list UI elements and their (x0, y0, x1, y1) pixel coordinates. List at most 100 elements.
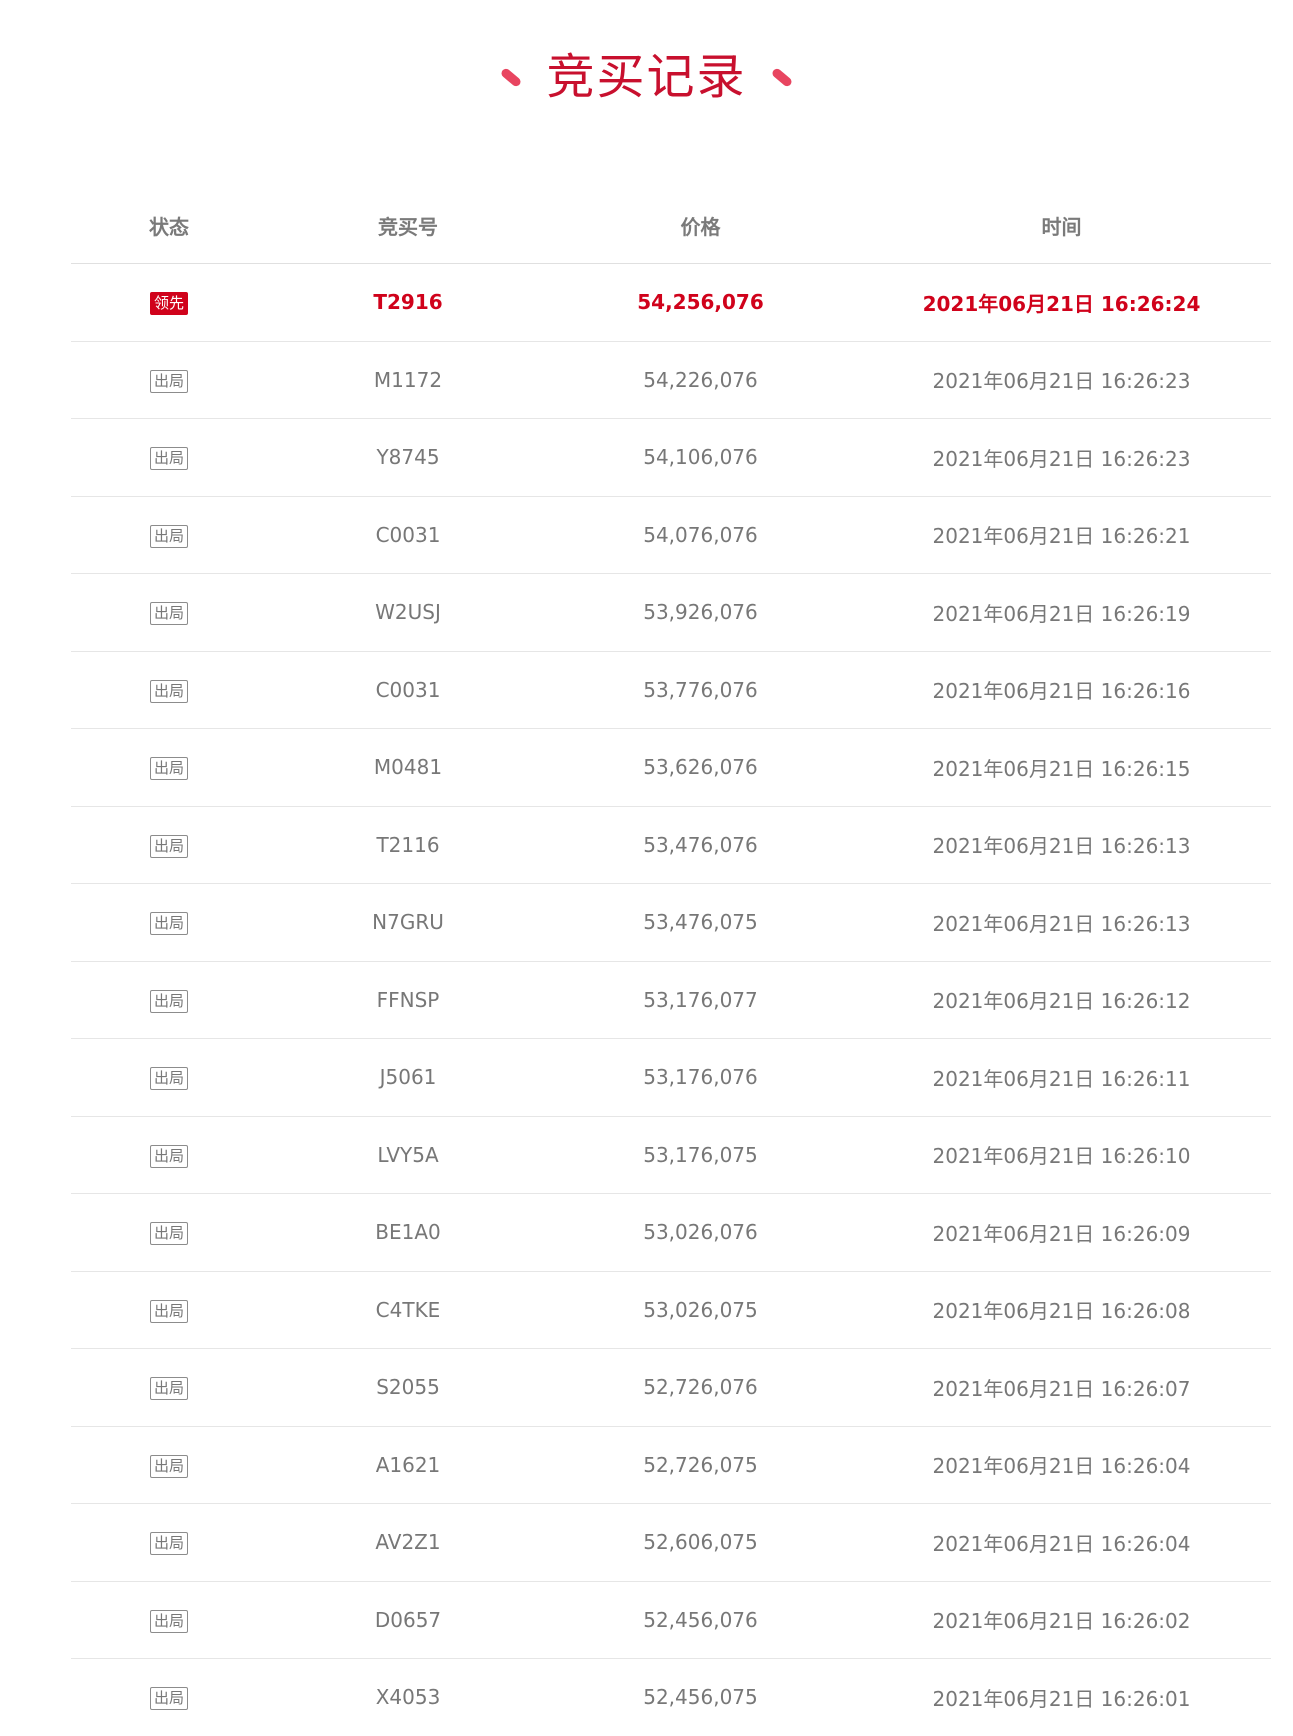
time-cell: 2021年06月21日 16:26:24 (922, 291, 1201, 316)
status-badge: 出局 (149, 1144, 188, 1168)
table-row: 出局 C0031 53,776,076 2021年06月21日 16:26:16 (71, 652, 1271, 729)
table-row: 出局 A1621 52,726,075 2021年06月21日 16:26:04 (71, 1427, 1271, 1504)
status-badge: 出局 (149, 1377, 188, 1401)
bid-number-cell: X4053 (375, 1685, 441, 1710)
bid-number-cell: FFNSP (376, 987, 440, 1012)
status-badge: 出局 (149, 447, 188, 471)
table-row: 出局 C4TKE 53,026,075 2021年06月21日 16:26:08 (71, 1272, 1271, 1349)
status-cell: 出局 (71, 1297, 267, 1323)
left-decoration-icon (500, 66, 523, 88)
table-header: 状态 竞买号 价格 时间 (71, 187, 1271, 264)
bid-number-cell: LVY5A (377, 1142, 439, 1167)
time-cell: 2021年06月21日 16:26:04 (932, 1454, 1191, 1479)
status-cell: 出局 (71, 677, 267, 703)
time-cell: 2021年06月21日 16:26:04 (932, 1531, 1191, 1556)
price-cell: 53,026,075 (643, 1297, 758, 1322)
status-badge: 出局 (149, 1454, 188, 1478)
status-badge: 出局 (149, 1532, 188, 1556)
price-cell: 52,456,075 (643, 1685, 758, 1710)
status-cell: 出局 (71, 599, 267, 626)
time-cell: 2021年06月21日 16:26:13 (932, 911, 1191, 936)
table-row: 出局 W2USJ 53,926,076 2021年06月21日 16:26:19 (71, 574, 1271, 652)
table-row: 出局 S2055 52,726,076 2021年06月21日 16:26:07 (71, 1349, 1271, 1427)
status-cell: 领先 (71, 289, 267, 316)
price-cell: 53,626,076 (643, 755, 758, 780)
time-cell: 2021年06月21日 16:26:08 (932, 1299, 1191, 1324)
status-cell: 出局 (71, 1452, 267, 1478)
bid-record-table: 状态 竞买号 价格 时间 领先 T2916 54,256,076 2021年06月21… (71, 187, 1271, 1736)
bid-number-cell: M0481 (373, 755, 443, 780)
price-cell: 54,226,076 (643, 367, 758, 392)
status-cell: 出局 (71, 444, 267, 471)
table-row: 领先 T2916 54,256,076 2021年06月21日 16:26:24 (71, 264, 1271, 342)
price-cell: 53,476,075 (643, 910, 758, 935)
bid-number-cell: N7GRU (372, 910, 444, 935)
time-cell: 2021年06月21日 16:26:09 (932, 1221, 1191, 1246)
price-cell: 54,106,076 (643, 445, 758, 470)
status-badge: 出局 (149, 602, 188, 626)
table-row: 出局 T2116 53,476,076 2021年06月21日 16:26:13 (71, 807, 1271, 884)
price-cell: 53,026,076 (643, 1220, 758, 1245)
table-row: 出局 D0657 52,456,076 2021年06月21日 16:26:02 (71, 1582, 1271, 1659)
status-badge: 出局 (149, 757, 188, 781)
time-cell: 2021年06月21日 16:26:21 (932, 524, 1191, 549)
status-cell: 出局 (71, 1529, 267, 1556)
status-cell: 出局 (71, 1374, 267, 1401)
time-cell: 2021年06月21日 16:26:02 (932, 1609, 1191, 1634)
status-cell: 出局 (71, 754, 267, 781)
price-cell: 53,476,076 (643, 832, 758, 857)
table-row: 出局 M0481 53,626,076 2021年06月21日 16:26:15 (71, 729, 1271, 807)
section-header: 竞买记录 (0, 42, 1293, 112)
table-row: 出局 X4053 52,456,075 2021年06月21日 16:26:01 (71, 1659, 1271, 1736)
bid-number-cell: C0031 (375, 677, 441, 702)
status-badge: 出局 (149, 989, 188, 1013)
price-cell: 53,926,076 (643, 600, 758, 625)
status-badge: 出局 (149, 369, 188, 393)
status-badge: 出局 (149, 1222, 188, 1246)
status-cell: 出局 (71, 832, 267, 858)
status-cell: 出局 (71, 522, 267, 548)
status-cell: 出局 (71, 987, 267, 1013)
header-status: 状态 (149, 214, 189, 239)
time-cell: 2021年06月21日 16:26:23 (932, 446, 1191, 471)
time-cell: 2021年06月21日 16:26:23 (932, 369, 1191, 394)
price-cell: 52,606,075 (643, 1530, 758, 1555)
time-cell: 2021年06月21日 16:26:10 (932, 1144, 1191, 1169)
header-time: 时间 (1041, 214, 1082, 239)
time-cell: 2021年06月21日 16:26:19 (932, 601, 1191, 626)
bid-number-cell: Y8745 (376, 445, 440, 470)
time-cell: 2021年06月21日 16:26:11 (932, 1066, 1191, 1091)
table-body: 领先 T2916 54,256,076 2021年06月21日 16:26:24 出局 M… (71, 264, 1271, 1736)
price-cell: 53,776,076 (643, 677, 758, 702)
table-row: 出局 J5061 53,176,076 2021年06月21日 16:26:11 (71, 1039, 1271, 1117)
page: 竞买记录 状态 竞买号 价格 时间 领先 T2916 54,256,076 2021年… (0, 0, 1293, 1736)
time-cell: 2021年06月21日 16:26:13 (932, 834, 1191, 859)
table-row: 出局 M1172 54,226,076 2021年06月21日 16:26:23 (71, 342, 1271, 419)
status-badge: 出局 (149, 524, 188, 548)
table-row: 出局 AV2Z1 52,606,075 2021年06月21日 16:26:04 (71, 1504, 1271, 1582)
time-cell: 2021年06月21日 16:26:12 (932, 989, 1191, 1014)
price-cell: 52,456,076 (643, 1607, 758, 1632)
price-cell: 53,176,075 (643, 1142, 758, 1167)
time-cell: 2021年06月21日 16:26:16 (932, 679, 1191, 704)
status-badge: 出局 (149, 1609, 188, 1633)
price-cell: 52,726,076 (643, 1375, 758, 1400)
status-cell: 出局 (71, 1684, 267, 1711)
table-row: 出局 N7GRU 53,476,075 2021年06月21日 16:26:13 (71, 884, 1271, 962)
bid-number-cell: A1621 (375, 1452, 441, 1477)
status-cell: 出局 (71, 1064, 267, 1091)
bid-number-cell: T2916 (373, 290, 443, 315)
page-title: 竞买记录 (546, 49, 747, 105)
header-bid-number: 竞买号 (378, 214, 438, 239)
status-badge: 领先 (149, 292, 188, 316)
bid-number-cell: C4TKE (375, 1297, 441, 1322)
status-badge: 出局 (149, 912, 188, 936)
bid-number-cell: W2USJ (375, 600, 441, 625)
table-row: 出局 Y8745 54,106,076 2021年06月21日 16:26:23 (71, 419, 1271, 497)
table-row: 出局 LVY5A 53,176,075 2021年06月21日 16:26:10 (71, 1117, 1271, 1194)
bid-number-cell: S2055 (376, 1375, 440, 1400)
status-badge: 出局 (149, 834, 188, 858)
table-row: 出局 FFNSP 53,176,077 2021年06月21日 16:26:12 (71, 962, 1271, 1039)
bid-number-cell: M1172 (373, 367, 443, 392)
status-cell: 出局 (71, 1607, 267, 1633)
